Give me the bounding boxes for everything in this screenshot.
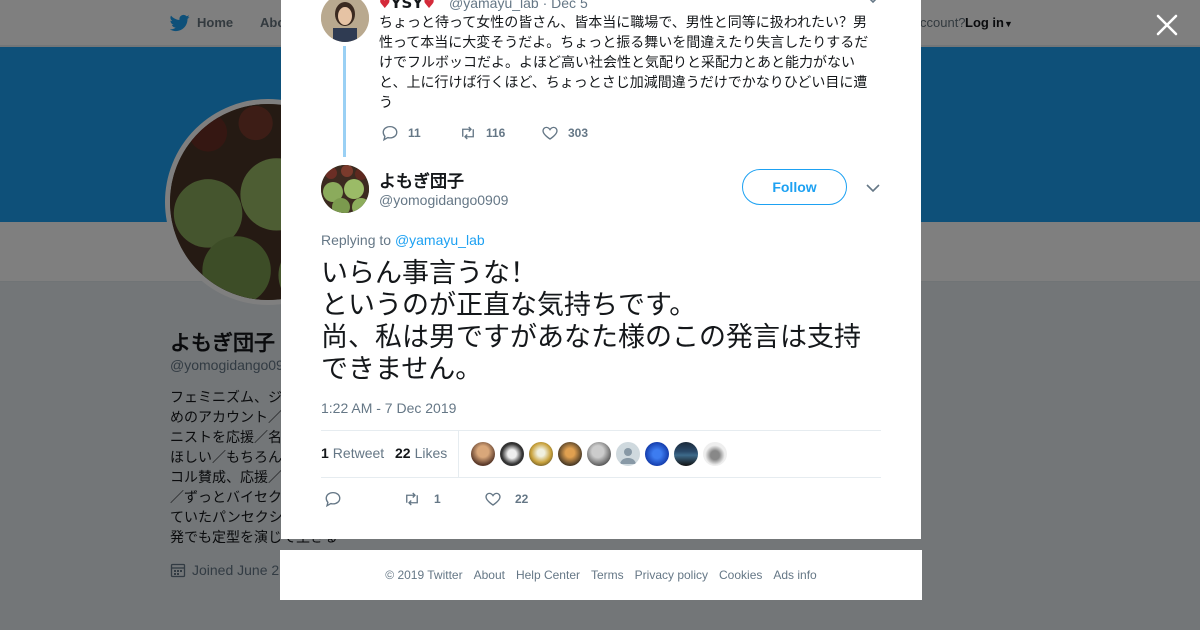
liker-avatar[interactable]	[500, 442, 524, 466]
footer-copyright: © 2019 Twitter	[385, 568, 463, 582]
follow-button[interactable]: Follow	[742, 169, 847, 205]
tweet-text-line: できません。	[321, 354, 483, 385]
footer-link-privacy[interactable]: Privacy policy	[635, 568, 708, 582]
footer-link-ads-info[interactable]: Ads info	[773, 568, 816, 582]
liker-avatar[interactable]	[471, 442, 495, 466]
heart-icon	[542, 126, 558, 140]
like-button[interactable]: 303	[541, 124, 588, 142]
main-tweet-author-name[interactable]: よもぎ団子	[379, 167, 464, 192]
tweet-modal: ♥YSY♥ @yamayu_lab · Dec 5 ちょっと待って女性の皆さん、…	[281, 0, 921, 539]
parent-tweet-date[interactable]: Dec 5	[551, 0, 588, 11]
tweet-text-line: いらん事言うな！	[321, 258, 537, 289]
like-button[interactable]: 22	[484, 490, 528, 508]
retweet-icon	[406, 492, 418, 506]
reply-icon	[325, 491, 341, 508]
tweet-timestamp[interactable]: 1:22 AM - 7 Dec 2019	[321, 400, 456, 416]
liker-avatar[interactable]	[703, 442, 727, 466]
liker-avatar[interactable]	[645, 442, 669, 466]
liker-avatars	[471, 442, 727, 466]
retweet-icon	[462, 126, 474, 140]
modal-footer: © 2019 Twitter About Help Center Terms P…	[280, 550, 922, 600]
like-stat-count: 22	[395, 445, 411, 461]
chevron-down-icon[interactable]	[866, 0, 880, 4]
main-tweet-avatar[interactable]	[321, 165, 369, 213]
retweet-button[interactable]: 116	[459, 124, 541, 142]
reply-count: 11	[408, 126, 421, 140]
replying-to: Replying to @yamayu_lab	[321, 232, 485, 248]
parent-tweet-author-name[interactable]: ♥YSY♥	[379, 0, 435, 12]
replying-to-link[interactable]: @yamayu_lab	[395, 232, 485, 248]
retweet-stat-label: Retweet	[332, 445, 385, 461]
reply-icon	[382, 125, 398, 142]
stats-divider	[458, 431, 459, 477]
main-tweet-actions: 1 22	[324, 490, 528, 508]
like-stat-label: Likes	[414, 445, 448, 461]
retweet-count: 1	[434, 492, 441, 506]
retweet-count: 116	[486, 126, 506, 140]
like-stat[interactable]: 22 Likes	[395, 445, 447, 461]
retweet-stat-count: 1	[321, 445, 329, 461]
parent-tweet-meta: @yamayu_lab · Dec 5	[449, 0, 588, 11]
chevron-down-icon[interactable]	[866, 183, 880, 193]
tweet-stats: 1 Retweet 22 Likes	[321, 430, 881, 478]
parent-tweet-text: ちょっと待って女性の皆さん、皆本当に職場で、男性と同等に扱われたい？男性って本当…	[379, 15, 869, 111]
strawberry-icon: ♥	[423, 0, 435, 12]
footer-link-terms[interactable]: Terms	[591, 568, 624, 582]
main-tweet-handle[interactable]: @yomogidango0909	[379, 192, 508, 208]
like-count: 22	[515, 492, 529, 506]
default-user-icon	[620, 448, 636, 464]
liker-avatar[interactable]	[529, 442, 553, 466]
parent-tweet-avatar[interactable]	[321, 0, 369, 42]
retweet-button[interactable]: 1	[403, 490, 484, 508]
liker-avatar[interactable]	[674, 442, 698, 466]
parent-tweet-actions: 11 116 303	[381, 124, 588, 142]
footer-link-help-center[interactable]: Help Center	[516, 568, 580, 582]
heart-icon	[485, 492, 501, 506]
parent-tweet-handle[interactable]: @yamayu_lab	[449, 0, 539, 11]
footer-link-about[interactable]: About	[474, 568, 505, 582]
close-icon[interactable]	[1154, 12, 1180, 38]
retweet-stat[interactable]: 1 Retweet	[321, 445, 384, 461]
dango-photo-image	[321, 165, 369, 213]
dot-separator: ·	[542, 0, 552, 11]
replying-prefix: Replying to	[321, 232, 392, 248]
portrait-image	[321, 0, 369, 42]
main-tweet-text: いらん事言うな！ というのが正直な気持ちです。 尚、私は男ですがあなた様のこの発…	[321, 258, 891, 386]
like-count: 303	[568, 126, 589, 140]
tweet-text-line: というのが正直な気持ちです。	[321, 290, 697, 321]
strawberry-icon: ♥	[379, 0, 391, 12]
parent-author-label: YSY	[390, 0, 424, 12]
reply-button[interactable]: 11	[381, 124, 459, 142]
liker-avatar[interactable]	[616, 442, 640, 466]
thread-connector-line	[343, 46, 346, 157]
footer-link-cookies[interactable]: Cookies	[719, 568, 762, 582]
liker-avatar[interactable]	[558, 442, 582, 466]
reply-button[interactable]	[324, 490, 403, 508]
tweet-text-line: 尚、私は男ですがあなた様のこの発言は支持	[321, 322, 861, 353]
liker-avatar[interactable]	[587, 442, 611, 466]
